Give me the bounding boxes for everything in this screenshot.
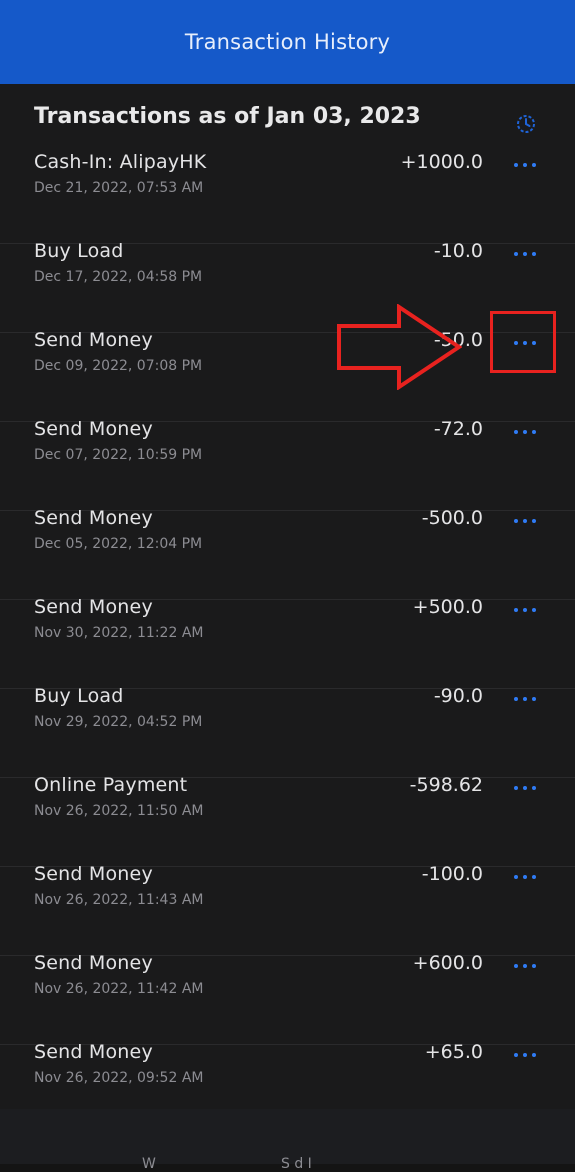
more-horizontal-icon bbox=[514, 608, 536, 612]
more-options-button[interactable] bbox=[505, 859, 545, 895]
annotation-highlight-box bbox=[490, 311, 556, 373]
more-horizontal-icon bbox=[514, 519, 536, 523]
transaction-date: Nov 30, 2022, 11:22 AM bbox=[34, 625, 204, 641]
transaction-title: Send Money bbox=[34, 596, 153, 618]
transaction-row[interactable]: Cash-In: AlipayHK Dec 21, 2022, 07:53 AM +… bbox=[0, 151, 575, 244]
transaction-row[interactable]: Send Money Dec 07, 2022, 10:59 PM -72.0 bbox=[0, 418, 575, 511]
app-header: Transaction History bbox=[0, 0, 575, 84]
transaction-date: Nov 26, 2022, 09:52 AM bbox=[34, 1070, 204, 1086]
more-horizontal-icon bbox=[514, 786, 536, 790]
transaction-date: Dec 21, 2022, 07:53 AM bbox=[34, 180, 204, 196]
transaction-amount: -598.62 bbox=[409, 774, 483, 796]
bottom-navigation-bar: W S d I bbox=[0, 1109, 575, 1172]
transaction-row[interactable]: Send Money Nov 26, 2022, 11:42 AM +600.0 bbox=[0, 952, 575, 1045]
transaction-amount: -10.0 bbox=[433, 240, 483, 262]
more-horizontal-icon bbox=[514, 964, 536, 968]
transaction-row[interactable]: Online Payment Nov 26, 2022, 11:50 AM -598… bbox=[0, 774, 575, 867]
transaction-date: Nov 26, 2022, 11:50 AM bbox=[34, 803, 204, 819]
page-title: Transaction History bbox=[184, 30, 391, 54]
transaction-row[interactable]: Send Money Dec 05, 2022, 12:04 PM -500.0 bbox=[0, 507, 575, 600]
more-options-button[interactable] bbox=[505, 503, 545, 539]
more-horizontal-icon bbox=[514, 163, 536, 167]
transaction-title: Send Money bbox=[34, 507, 153, 529]
more-options-button[interactable] bbox=[505, 236, 545, 272]
transaction-row[interactable]: Send Money Nov 30, 2022, 11:22 AM +500.0 bbox=[0, 596, 575, 689]
transaction-date: Dec 05, 2022, 12:04 PM bbox=[34, 536, 203, 552]
transaction-row[interactable]: Buy Load Dec 17, 2022, 04:58 PM -10.0 bbox=[0, 240, 575, 333]
transaction-amount: -72.0 bbox=[433, 418, 483, 440]
more-options-button[interactable] bbox=[505, 147, 545, 183]
more-horizontal-icon bbox=[514, 252, 536, 256]
transaction-amount: -100.0 bbox=[421, 863, 483, 885]
transaction-date: Nov 26, 2022, 11:42 AM bbox=[34, 981, 204, 997]
transaction-title: Send Money bbox=[34, 329, 153, 351]
transaction-title: Send Money bbox=[34, 418, 153, 440]
transaction-title: Buy Load bbox=[34, 685, 124, 707]
more-options-button[interactable] bbox=[505, 681, 545, 717]
history-clock-icon[interactable] bbox=[515, 113, 537, 135]
more-options-button[interactable] bbox=[505, 1037, 545, 1073]
transaction-amount: -90.0 bbox=[433, 685, 483, 707]
transaction-row[interactable]: Send Money Nov 26, 2022, 11:43 AM -100.0 bbox=[0, 863, 575, 956]
transaction-title: Cash-In: AlipayHK bbox=[34, 151, 207, 173]
transaction-date: Dec 17, 2022, 04:58 PM bbox=[34, 269, 203, 285]
transaction-title: Send Money bbox=[34, 863, 153, 885]
transaction-date: Dec 09, 2022, 07:08 PM bbox=[34, 358, 203, 374]
more-options-button[interactable] bbox=[505, 770, 545, 806]
bottom-nav-label-partial[interactable]: S d I bbox=[281, 1156, 312, 1172]
more-options-button[interactable] bbox=[505, 592, 545, 628]
transaction-title: Send Money bbox=[34, 1041, 153, 1063]
more-options-button[interactable] bbox=[505, 414, 545, 450]
transaction-amount: +65.0 bbox=[424, 1041, 483, 1063]
more-horizontal-icon bbox=[514, 1053, 536, 1057]
transaction-date: Nov 26, 2022, 11:43 AM bbox=[34, 892, 204, 908]
section-title: Transactions as of Jan 03, 2023 bbox=[34, 104, 421, 129]
transaction-amount: +600.0 bbox=[412, 952, 483, 974]
more-horizontal-icon bbox=[514, 875, 536, 879]
bottom-nav-label-partial[interactable]: W bbox=[142, 1156, 156, 1172]
transaction-title: Online Payment bbox=[34, 774, 188, 796]
annotation-arrow bbox=[336, 303, 463, 391]
more-horizontal-icon bbox=[514, 697, 536, 701]
transaction-row[interactable]: Buy Load Nov 29, 2022, 04:52 PM -90.0 bbox=[0, 685, 575, 778]
more-horizontal-icon bbox=[514, 430, 536, 434]
transaction-amount: +500.0 bbox=[412, 596, 483, 618]
transaction-title: Buy Load bbox=[34, 240, 124, 262]
transaction-title: Send Money bbox=[34, 952, 153, 974]
transaction-amount: -500.0 bbox=[421, 507, 483, 529]
transaction-row[interactable]: Send Money Dec 09, 2022, 07:08 PM -50.0 bbox=[0, 329, 575, 422]
transaction-date: Dec 07, 2022, 10:59 PM bbox=[34, 447, 203, 463]
transaction-date: Nov 29, 2022, 04:52 PM bbox=[34, 714, 203, 730]
more-options-button[interactable] bbox=[505, 948, 545, 984]
transaction-amount: +1000.0 bbox=[400, 151, 483, 173]
